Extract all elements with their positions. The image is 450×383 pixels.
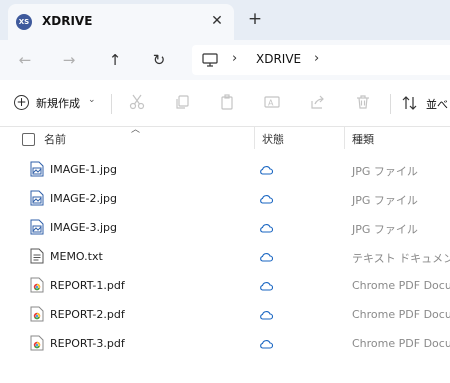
cloud-icon	[259, 222, 274, 236]
file-name: REPORT-3.pdf	[50, 337, 125, 350]
new-button-label: 新規作成	[36, 97, 80, 110]
image-file-icon	[30, 190, 44, 209]
delete-icon[interactable]	[355, 94, 371, 113]
forward-arrow-icon[interactable]: →	[58, 49, 80, 71]
file-name: IMAGE-3.jpg	[50, 221, 118, 234]
pdf-file-icon	[30, 335, 44, 354]
breadcrumb-xdrive[interactable]: XDRIVE	[256, 52, 301, 66]
column-header-type[interactable]: 種類	[352, 131, 374, 147]
column-header-name[interactable]: 名前	[44, 131, 66, 147]
select-all-checkbox[interactable]	[22, 133, 35, 146]
file-row[interactable]: IMAGE-1.jpg JPG ファイル	[0, 155, 450, 184]
file-row[interactable]: MEMO.txt テキスト ドキュメント	[0, 242, 450, 271]
column-header-status[interactable]: 状態	[262, 131, 284, 147]
file-row[interactable]: REPORT-1.pdf Chrome PDF Docu...	[0, 271, 450, 300]
pdf-file-icon	[30, 306, 44, 325]
sort-button[interactable]: 並べ	[402, 95, 448, 114]
refresh-icon[interactable]: ↻	[148, 49, 170, 71]
cloud-icon	[259, 251, 274, 265]
rename-icon[interactable]: A	[264, 94, 280, 113]
file-type: JPG ファイル	[352, 194, 418, 207]
file-type: JPG ファイル	[352, 223, 418, 236]
file-row[interactable]: IMAGE-2.jpg JPG ファイル	[0, 184, 450, 213]
computer-icon[interactable]	[202, 53, 218, 70]
file-type: Chrome PDF Docu...	[352, 308, 450, 321]
file-name: REPORT-2.pdf	[50, 308, 125, 321]
plus-circle-icon: +	[14, 95, 29, 110]
toolbar-divider	[390, 94, 391, 114]
pdf-file-icon	[30, 277, 44, 296]
file-row[interactable]: REPORT-3.pdf Chrome PDF Docu...	[0, 329, 450, 358]
up-arrow-icon[interactable]: ↑	[104, 49, 126, 71]
back-arrow-icon[interactable]: ←	[14, 49, 36, 71]
breadcrumb-chevron-icon[interactable]: ›	[232, 51, 237, 66]
copy-icon[interactable]	[174, 94, 190, 113]
cut-icon[interactable]	[129, 94, 145, 113]
svg-text:A: A	[268, 99, 274, 108]
file-type: Chrome PDF Docu...	[352, 337, 450, 350]
sort-ascending-icon: ︿	[131, 125, 141, 135]
command-bar: + 新規作成 ⌄ A 並べ	[0, 80, 450, 127]
image-file-icon	[30, 219, 44, 238]
cloud-icon	[259, 338, 274, 352]
share-icon[interactable]	[310, 94, 326, 113]
title-bar: XS XDRIVE ✕ +	[0, 0, 450, 40]
close-tab-icon[interactable]: ✕	[206, 10, 228, 32]
sort-arrows-icon	[402, 96, 417, 110]
sort-button-label: 並べ	[426, 98, 448, 111]
cloud-icon	[259, 309, 274, 323]
tab-xdrive[interactable]: XS XDRIVE ✕	[8, 4, 234, 40]
file-type: テキスト ドキュメント	[352, 252, 450, 265]
paste-icon[interactable]	[219, 94, 235, 113]
file-name: IMAGE-1.jpg	[50, 163, 118, 176]
tab-title: XDRIVE	[42, 14, 93, 28]
drive-app-icon: XS	[16, 14, 32, 30]
file-row[interactable]: REPORT-2.pdf Chrome PDF Docu...	[0, 300, 450, 329]
new-tab-button[interactable]: +	[244, 8, 266, 30]
image-file-icon	[30, 161, 44, 180]
column-divider[interactable]	[254, 127, 255, 149]
cloud-icon	[259, 164, 274, 178]
cloud-icon	[259, 193, 274, 207]
file-name: MEMO.txt	[50, 250, 103, 263]
file-type: Chrome PDF Docu...	[352, 279, 450, 292]
file-name: IMAGE-2.jpg	[50, 192, 118, 205]
breadcrumb-chevron-icon[interactable]: ›	[314, 51, 319, 66]
file-row[interactable]: IMAGE-3.jpg JPG ファイル	[0, 213, 450, 242]
file-name: REPORT-1.pdf	[50, 279, 125, 292]
column-header: 名前 ︿ 状態 種類	[0, 125, 450, 149]
file-type: JPG ファイル	[352, 165, 418, 178]
navigation-bar: ← → ↑ ↻ › XDRIVE ›	[0, 40, 450, 80]
chevron-down-icon: ⌄	[88, 95, 96, 105]
address-bar[interactable]: › XDRIVE ›	[192, 45, 450, 75]
toolbar-divider	[111, 94, 112, 114]
text-file-icon	[30, 248, 44, 267]
cloud-icon	[259, 280, 274, 294]
column-divider[interactable]	[344, 127, 345, 149]
